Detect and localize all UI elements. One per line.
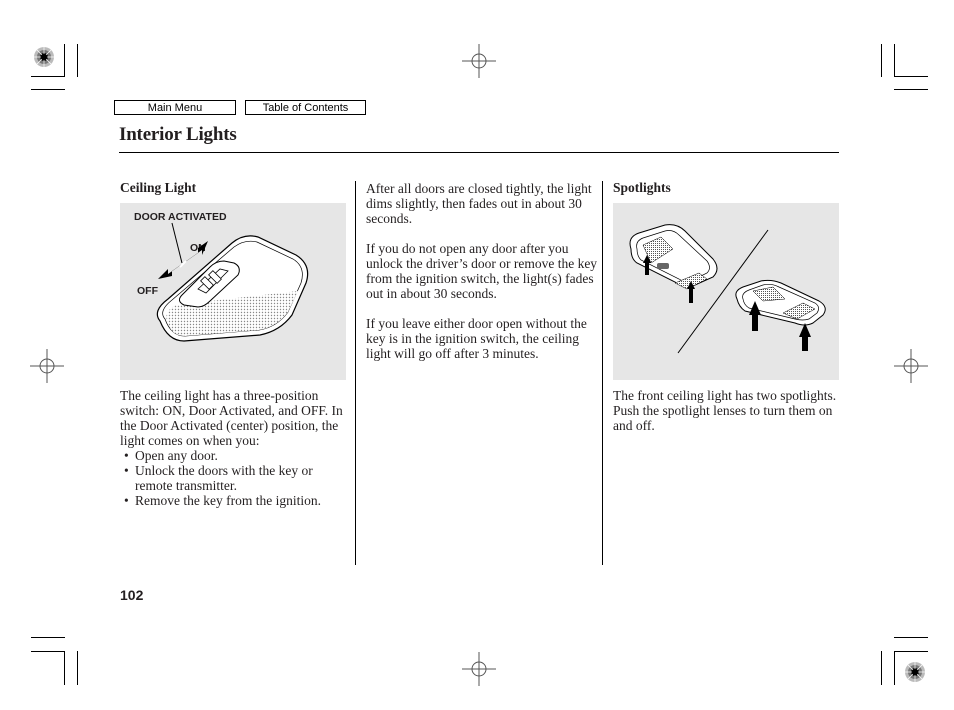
spotlights-figure <box>613 203 839 380</box>
main-menu-button[interactable]: Main Menu <box>114 100 236 115</box>
ceiling-light-intro: The ceiling light has a three-position s… <box>120 388 343 448</box>
crop-mark <box>894 651 895 685</box>
title-rule <box>119 152 839 153</box>
crop-mark <box>894 76 928 77</box>
crop-mark <box>894 651 928 652</box>
ceiling-light-description: The ceiling light has a three-position s… <box>120 388 348 508</box>
ceiling-light-figure: DOOR ACTIVATED ON OFF <box>120 203 346 380</box>
bullet-icon: • <box>124 463 129 478</box>
page-title: Interior Lights <box>119 124 237 145</box>
crop-mark <box>31 76 65 77</box>
crop-mark <box>31 89 65 90</box>
paragraph: If you do not open any door after you un… <box>366 241 598 301</box>
crop-mark <box>881 651 882 685</box>
column-divider <box>602 181 603 565</box>
list-item: • Remove the key from the ignition. <box>124 493 321 508</box>
list-item: • Unlock the doors with the key or remote… <box>124 463 313 493</box>
crosshair-mark-icon <box>894 349 928 383</box>
crop-mark <box>894 44 895 77</box>
bullet-icon: • <box>124 448 129 463</box>
paragraph: If you leave either door open without th… <box>366 316 587 361</box>
page-number: 102 <box>120 587 144 603</box>
column-divider <box>355 181 356 565</box>
crosshair-mark-icon <box>30 349 64 383</box>
spotlights-description: The front ceiling light has two spotligh… <box>613 388 837 433</box>
crop-mark <box>64 651 65 685</box>
crop-mark <box>31 637 65 638</box>
spotlights-illustration <box>629 224 826 354</box>
table-of-contents-button[interactable]: Table of Contents <box>245 100 366 115</box>
crop-mark <box>77 44 78 77</box>
middle-column-text: After all doors are closed tightly, the … <box>366 181 598 376</box>
ceiling-light-heading: Ceiling Light <box>120 180 197 195</box>
crop-mark <box>894 637 928 638</box>
crop-mark <box>64 44 65 77</box>
crop-mark <box>31 651 65 652</box>
crop-mark <box>894 89 928 90</box>
list-item: • Open any door. <box>124 448 218 463</box>
crosshair-mark-icon <box>462 44 496 78</box>
registration-target-icon <box>34 47 54 67</box>
paragraph: After all doors are closed tightly, the … <box>366 181 592 226</box>
crop-mark <box>881 44 882 77</box>
registration-target-icon <box>905 662 925 682</box>
bullet-icon: • <box>124 493 129 508</box>
ceiling-light-conditions-list: • Open any door. • Unlock the doors with t… <box>120 448 348 508</box>
ceiling-light-illustration <box>156 222 309 342</box>
crosshair-mark-icon <box>462 652 496 686</box>
spotlights-heading: Spotlights <box>613 180 671 195</box>
crop-mark <box>77 651 78 685</box>
